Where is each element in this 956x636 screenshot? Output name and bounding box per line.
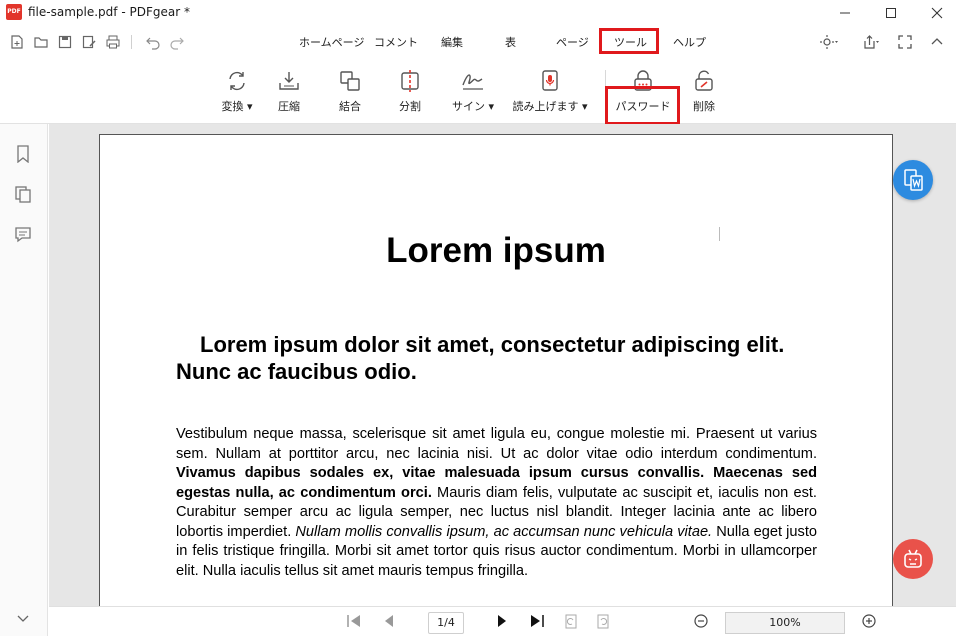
tools-menu-highlight — [599, 28, 659, 54]
first-page-icon[interactable] — [345, 612, 363, 630]
compress-label: 圧縮 — [278, 100, 300, 113]
menu-table[interactable]: 表 — [505, 35, 516, 51]
pdf-page[interactable]: Lorem ipsum Lorem ipsum dolor sit amet, … — [99, 134, 893, 606]
title-bar: PDF file-sample.pdf - PDFgear * — [0, 0, 956, 26]
compress-button[interactable]: 圧縮 — [259, 66, 319, 116]
bookmark-icon[interactable] — [13, 144, 33, 164]
signature-dropdown-icon: ▾ — [488, 100, 495, 113]
document-heading: Lorem ipsum dolor sit amet, consectetur … — [176, 332, 785, 384]
save-icon[interactable] — [56, 33, 74, 51]
next-page-icon[interactable] — [493, 612, 511, 630]
menu-home[interactable]: ホームページ — [299, 35, 364, 51]
last-page-icon[interactable] — [528, 612, 546, 630]
document-paragraph: Vestibulum neque massa, scelerisque sit … — [176, 425, 817, 581]
fullscreen-icon[interactable] — [896, 33, 914, 51]
merge-button[interactable]: 結合 — [320, 66, 380, 116]
signature-button[interactable]: サイン ▾ — [443, 66, 503, 116]
previous-page-icon[interactable] — [380, 612, 398, 630]
rotate-left-icon[interactable] — [562, 612, 580, 630]
signature-icon — [460, 68, 486, 94]
window-title: file-sample.pdf - PDFgear * — [28, 5, 190, 19]
new-file-icon[interactable] — [8, 33, 26, 51]
read-aloud-button[interactable]: 読み上げます ▾ — [508, 66, 592, 116]
comments-icon[interactable] — [13, 224, 33, 244]
ai-assistant-button[interactable] — [893, 539, 933, 579]
convert-label: 変換 — [221, 100, 244, 113]
convert-dropdown-icon: ▾ — [246, 100, 253, 113]
convert-icon — [224, 68, 250, 94]
merge-icon — [337, 68, 363, 94]
compress-icon — [276, 68, 302, 94]
zoom-in-icon[interactable] — [860, 612, 878, 630]
save-as-icon[interactable] — [80, 33, 98, 51]
share-icon[interactable] — [862, 33, 880, 51]
split-label: 分割 — [399, 100, 421, 113]
pdf-to-word-button[interactable] — [893, 160, 933, 200]
undo-icon[interactable] — [144, 33, 162, 51]
minimize-button[interactable] — [822, 0, 868, 26]
remove-password-button[interactable]: 削除 — [674, 66, 734, 116]
robot-icon — [904, 549, 922, 568]
unlock-delete-icon — [691, 68, 717, 94]
signature-label: サイン — [451, 100, 485, 113]
rotate-right-icon[interactable] — [594, 612, 612, 630]
sidebar-expand-icon[interactable] — [13, 608, 33, 628]
document-title: Lorem ipsum — [386, 231, 606, 270]
print-icon[interactable] — [104, 33, 122, 51]
remove-password-label: 削除 — [693, 100, 715, 113]
toolbar-divider — [131, 35, 132, 49]
menu-page[interactable]: ページ — [556, 35, 589, 51]
read-aloud-icon — [537, 68, 563, 94]
left-sidebar — [0, 124, 48, 636]
convert-button[interactable]: 変換 ▾ — [207, 66, 267, 116]
zoom-level-field[interactable]: 100% — [725, 612, 845, 634]
redo-icon[interactable] — [168, 33, 186, 51]
document-viewport[interactable]: Lorem ipsum Lorem ipsum dolor sit amet, … — [49, 124, 956, 606]
zoom-out-icon[interactable] — [692, 612, 710, 630]
maximize-button[interactable] — [868, 0, 914, 26]
app-logo: PDF — [6, 4, 22, 20]
page-number-field[interactable]: 1/4 — [428, 612, 464, 634]
menu-help[interactable]: ヘルプ — [673, 35, 706, 51]
split-icon — [397, 68, 423, 94]
open-folder-icon[interactable] — [32, 33, 50, 51]
menu-edit[interactable]: 編集 — [441, 35, 463, 51]
pdf-to-word-icon — [904, 169, 923, 191]
paragraph-text-1: Vestibulum neque massa, scelerisque sit … — [176, 426, 817, 462]
thumbnails-icon[interactable] — [13, 184, 33, 204]
merge-label: 結合 — [339, 100, 361, 113]
paragraph-italic-text: Nullam mollis convallis ipsum, ac accums… — [295, 523, 713, 540]
theme-sun-icon[interactable] — [820, 33, 838, 51]
collapse-ribbon-icon[interactable] — [928, 33, 946, 51]
split-button[interactable]: 分割 — [380, 66, 440, 116]
read-aloud-dropdown-icon: ▾ — [581, 100, 588, 113]
menu-comment[interactable]: コメント — [374, 35, 418, 51]
read-aloud-label: 読み上げます — [512, 100, 579, 113]
close-button[interactable] — [914, 0, 956, 26]
password-button-highlight — [605, 86, 680, 125]
